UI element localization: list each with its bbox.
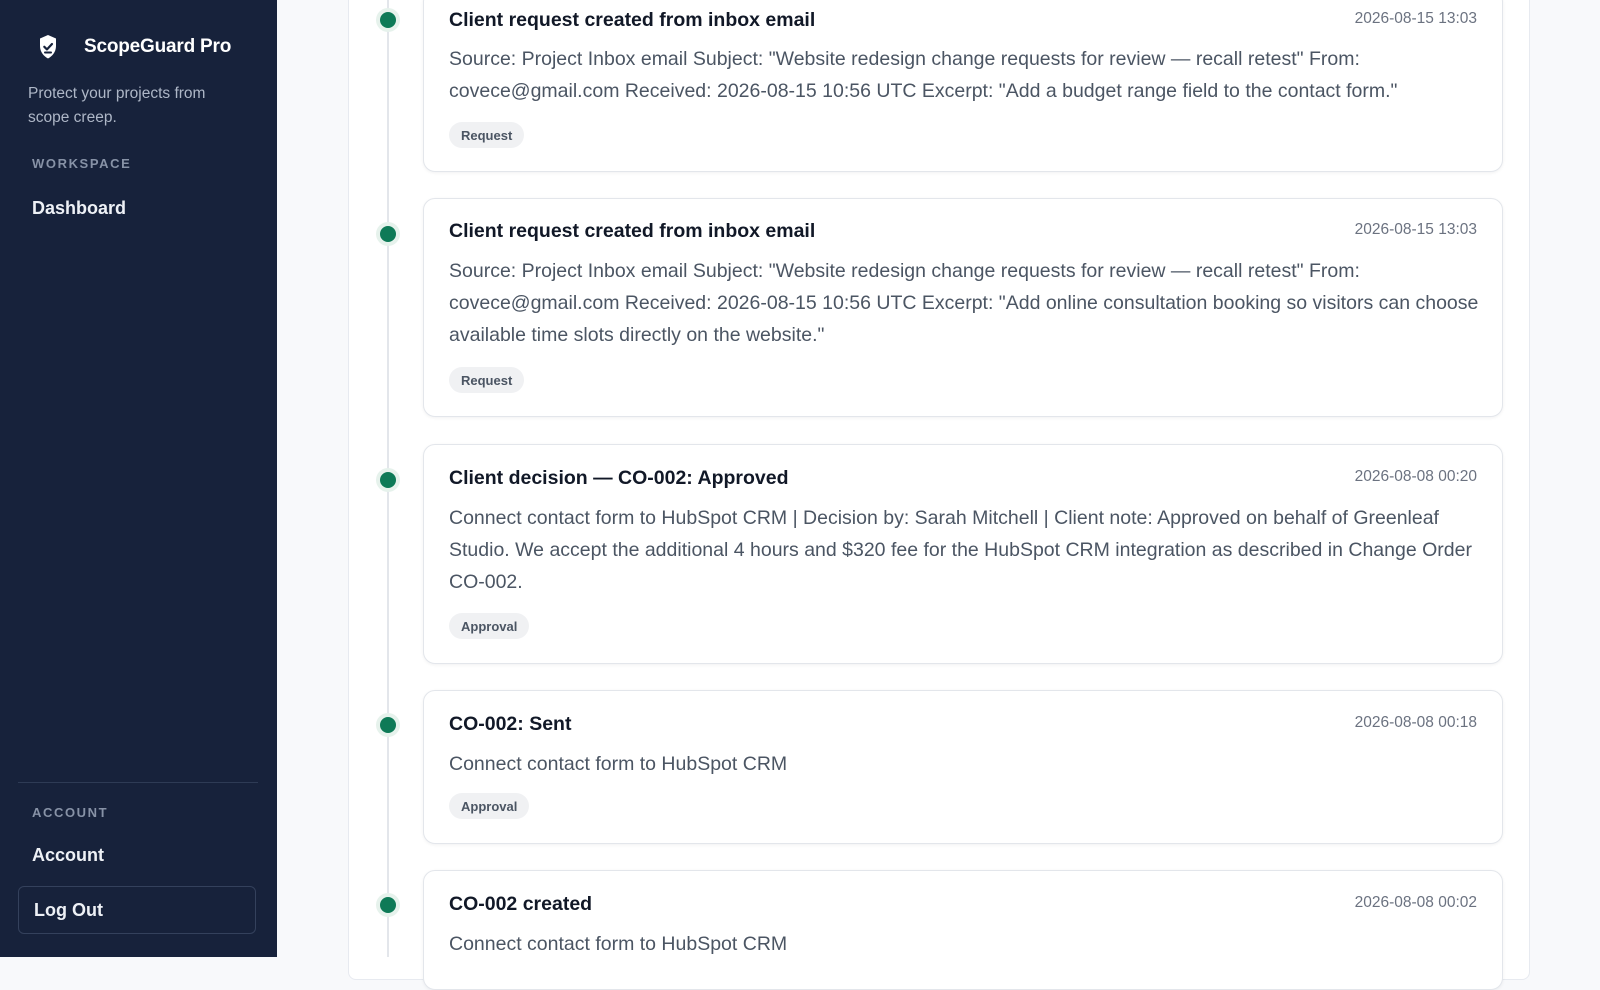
event-body: Source: Project Inbox email Subject: "We…: [449, 260, 1479, 346]
event-body: Connect contact form to HubSpot CRM | De…: [449, 507, 1472, 593]
timeline-dot: [380, 12, 396, 28]
event-time: 2026-08-15 13:03: [1354, 10, 1477, 27]
timeline-dot: [380, 897, 396, 913]
event-card: Client request created from inbox email …: [423, 0, 1503, 172]
timeline-dot: [380, 472, 396, 488]
event-tag: Approval: [449, 793, 530, 819]
event-tag: Approval: [449, 613, 530, 639]
event-card: Client request created from inbox email …: [423, 198, 1503, 417]
sidebar: ScopeGuard Pro Protect your projects fro…: [0, 0, 277, 957]
event-card: CO-002: Sent 2026-08-08 00:18 Connect co…: [423, 690, 1503, 844]
event-time: 2026-08-15 13:03: [1354, 221, 1477, 238]
event-card: Client decision — CO-002: Approved 2026-…: [423, 444, 1503, 664]
event-title: CO-002: Sent: [449, 713, 572, 735]
event-time: 2026-08-08 00:02: [1354, 894, 1477, 911]
brand-name: ScopeGuard Pro: [84, 36, 232, 57]
sidebar-divider: [18, 782, 258, 783]
event-body: Connect contact form to HubSpot CRM: [449, 753, 788, 775]
sidebar-item-dashboard[interactable]: Dashboard: [32, 198, 126, 219]
tagline: Protect your projects from scope creep.: [28, 85, 206, 126]
event-tag: Request: [449, 367, 525, 393]
event-title: Client decision — CO-002: Approved: [449, 467, 789, 489]
event-card: CO-002 created 2026-08-08 00:02 Connect …: [423, 870, 1503, 990]
shield-check-icon: [38, 34, 58, 60]
account-section-label: ACCOUNT: [32, 805, 109, 820]
timeline-dot: [380, 226, 396, 242]
event-title: Client request created from inbox email: [449, 9, 816, 31]
event-tag: Request: [449, 122, 525, 148]
logout-button[interactable]: Log Out: [18, 886, 256, 934]
brand[interactable]: ScopeGuard Pro: [38, 34, 231, 60]
event-title: CO-002 created: [449, 893, 593, 915]
sidebar-item-account[interactable]: Account: [32, 845, 104, 866]
timeline-dot: [380, 717, 396, 733]
event-body: Connect contact form to HubSpot CRM: [449, 933, 788, 955]
event-time: 2026-08-08 00:20: [1354, 468, 1477, 485]
event-title: Client request created from inbox email: [449, 220, 816, 242]
event-body: Source: Project Inbox email Subject: "We…: [449, 48, 1398, 102]
workspace-section-label: WORKSPACE: [32, 156, 132, 171]
event-time: 2026-08-08 00:18: [1354, 714, 1477, 731]
